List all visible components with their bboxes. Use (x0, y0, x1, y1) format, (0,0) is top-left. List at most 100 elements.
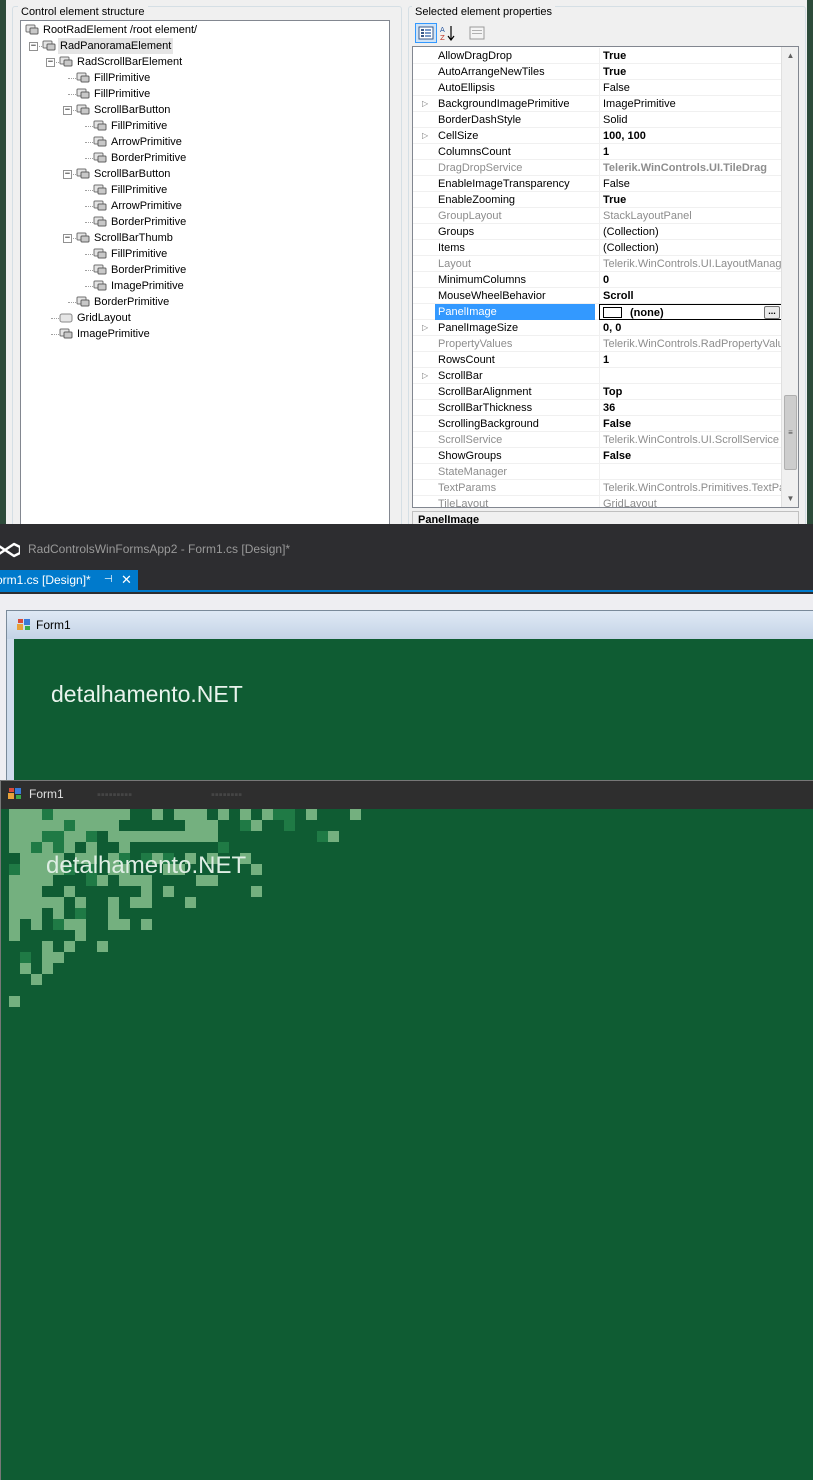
tree-node[interactable]: − RadPanoramaElement (21, 38, 381, 54)
tree-node[interactable]: BorderPrimitive (21, 262, 381, 278)
property-value[interactable]: True (599, 64, 783, 80)
tree-node[interactable]: FillPrimitive (21, 70, 381, 86)
property-row[interactable]: ▷ PanelImageSize 0, 0 (413, 320, 783, 336)
property-row[interactable]: AllowDragDrop True (413, 48, 783, 64)
property-value[interactable]: StackLayoutPanel (599, 208, 783, 224)
browse-ellipsis-button[interactable]: ... (764, 306, 780, 319)
scroll-thumb[interactable]: ≡ (784, 395, 797, 470)
property-value[interactable]: False (599, 80, 783, 96)
property-row[interactable]: ScrollService Telerik.WinControls.UI.Scro… (413, 432, 783, 448)
property-row[interactable]: AutoArrangeNewTiles True (413, 64, 783, 80)
property-pages-button[interactable] (466, 23, 488, 43)
tree-node[interactable]: BorderPrimitive (21, 150, 381, 166)
property-row[interactable]: Layout Telerik.WinControls.UI.LayoutManag… (413, 256, 783, 272)
property-row[interactable]: EnableImageTransparency False (413, 176, 783, 192)
tree-node[interactable]: ArrowPrimitive (21, 198, 381, 214)
property-row[interactable]: DragDropService Telerik.WinControls.UI.Ti… (413, 160, 783, 176)
property-grid[interactable]: AllowDragDrop True AutoArrangeNewTiles True… (412, 46, 799, 508)
tree-node[interactable]: GridLayout (21, 310, 381, 326)
property-value[interactable]: (none)... (599, 304, 783, 320)
tree-node[interactable]: BorderPrimitive (21, 294, 381, 310)
property-value[interactable]: Telerik.WinControls.UI.ScrollService (599, 432, 783, 448)
expand-icon[interactable]: ▷ (422, 368, 428, 384)
property-row[interactable]: StateManager (413, 464, 783, 480)
scroll-up-icon[interactable]: ▲ (782, 47, 798, 64)
property-value[interactable]: 36 (599, 400, 783, 416)
pin-icon[interactable]: ⊣ (104, 570, 113, 590)
tree-node[interactable]: − RadScrollBarElement (21, 54, 381, 70)
property-row[interactable]: RowsCount 1 (413, 352, 783, 368)
property-row[interactable]: ▷ BackgroundImagePrimitive ImagePrimitive (413, 96, 783, 112)
property-value[interactable]: Telerik.WinControls.RadPropertyValue (599, 336, 783, 352)
close-icon[interactable]: ✕ (121, 570, 132, 590)
tree-node[interactable]: FillPrimitive (21, 182, 381, 198)
property-value[interactable]: (Collection) (599, 240, 783, 256)
form-runtime-window[interactable]: Form1 ▪▪▪▪▪▪▪▪▪ ▪▪▪▪▪▪▪▪ detalhamento.NET (0, 780, 813, 1480)
tree-node[interactable]: RootRadElement /root element/ (21, 22, 381, 38)
property-value[interactable] (599, 464, 783, 480)
property-value[interactable]: 0 (599, 272, 783, 288)
tree-node[interactable]: FillPrimitive (21, 86, 381, 102)
property-row[interactable]: MouseWheelBehavior Scroll (413, 288, 783, 304)
property-row[interactable]: ▷ ScrollBar (413, 368, 783, 384)
expand-icon[interactable]: ▷ (422, 96, 428, 112)
property-row[interactable]: BorderDashStyle Solid (413, 112, 783, 128)
panorama-control[interactable]: detalhamento.NET (14, 639, 813, 784)
property-row[interactable]: EnableZooming True (413, 192, 783, 208)
property-row[interactable]: AutoEllipsis False (413, 80, 783, 96)
collapse-icon[interactable]: − (29, 42, 38, 51)
scroll-down-icon[interactable]: ▼ (782, 490, 798, 507)
tree-node[interactable]: − ScrollBarButton (21, 166, 381, 182)
property-value[interactable]: ImagePrimitive (599, 96, 783, 112)
tree-node[interactable]: FillPrimitive (21, 118, 381, 134)
property-grid-scrollbar[interactable]: ▲ ≡ ▼ (781, 47, 798, 507)
collapse-icon[interactable]: − (63, 170, 72, 179)
tree-node[interactable]: ImagePrimitive (21, 326, 381, 342)
collapse-icon[interactable]: − (63, 234, 72, 243)
property-value[interactable]: True (599, 192, 783, 208)
expand-icon[interactable]: ▷ (422, 128, 428, 144)
property-value[interactable]: 0, 0 (599, 320, 783, 336)
property-row[interactable]: ColumnsCount 1 (413, 144, 783, 160)
property-row[interactable]: TextParams Telerik.WinControls.Primitives… (413, 480, 783, 496)
expand-icon[interactable]: ▷ (422, 320, 428, 336)
property-row[interactable]: PropertyValues Telerik.WinControls.RadPro… (413, 336, 783, 352)
tree-node[interactable]: BorderPrimitive (21, 214, 381, 230)
tree-node[interactable]: ArrowPrimitive (21, 134, 381, 150)
property-row[interactable]: ShowGroups False (413, 448, 783, 464)
property-value[interactable]: (Collection) (599, 224, 783, 240)
property-value[interactable]: False (599, 416, 783, 432)
categorized-button[interactable] (415, 23, 437, 43)
tree-node[interactable]: ImagePrimitive (21, 278, 381, 294)
property-row[interactable]: ▷ CellSize 100, 100 (413, 128, 783, 144)
element-tree[interactable]: RootRadElement /root element/− RadPanoram… (20, 20, 390, 524)
property-row[interactable]: GroupLayout StackLayoutPanel (413, 208, 783, 224)
collapse-icon[interactable]: − (46, 58, 55, 67)
property-value[interactable]: Top (599, 384, 783, 400)
property-value[interactable]: Telerik.WinControls.UI.LayoutManage (599, 256, 783, 272)
tree-node[interactable]: − ScrollBarButton (21, 102, 381, 118)
property-value[interactable]: GridLayout (599, 496, 783, 507)
property-row[interactable]: TileLayout GridLayout (413, 496, 783, 507)
property-row[interactable]: ScrollingBackground False (413, 416, 783, 432)
property-value[interactable]: 100, 100 (599, 128, 783, 144)
property-value[interactable]: True (599, 48, 783, 64)
property-row[interactable]: ScrollBarThickness 36 (413, 400, 783, 416)
property-value[interactable]: False (599, 448, 783, 464)
property-value[interactable]: Telerik.WinControls.Primitives.TextPara (599, 480, 783, 496)
property-value[interactable] (599, 368, 783, 384)
property-value[interactable]: 1 (599, 352, 783, 368)
property-row[interactable]: PanelImage (none)... (413, 304, 783, 320)
collapse-icon[interactable]: − (63, 106, 72, 115)
property-value[interactable]: 1 (599, 144, 783, 160)
form-designer-preview[interactable]: Form1 detalhamento.NET (6, 610, 813, 785)
property-row[interactable]: ScrollBarAlignment Top (413, 384, 783, 400)
tree-node[interactable]: − ScrollBarThumb (21, 230, 381, 246)
property-row[interactable]: Groups (Collection) (413, 224, 783, 240)
alphabetical-button[interactable]: A Z (437, 23, 459, 43)
panorama-control[interactable]: detalhamento.NET (9, 809, 813, 1480)
tab-form1-design[interactable]: orm1.cs [Design]* ⊣ ✕ (0, 570, 138, 590)
property-value[interactable]: False (599, 176, 783, 192)
tree-node[interactable]: FillPrimitive (21, 246, 381, 262)
property-value[interactable]: Solid (599, 112, 783, 128)
